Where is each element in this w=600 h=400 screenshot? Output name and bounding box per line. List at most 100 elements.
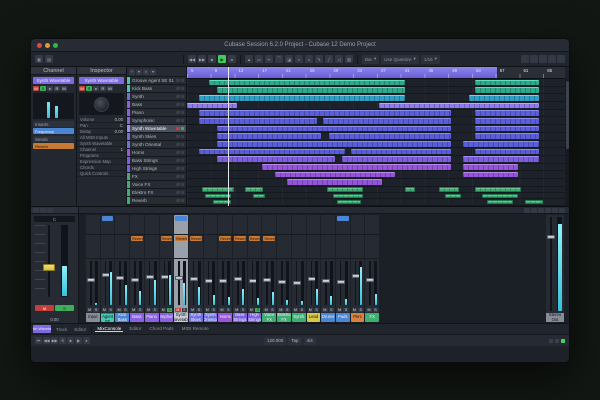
channel-name-label[interactable]: Drums (321, 313, 335, 322)
track-row[interactable]: Groove Agent SE 01 (127, 77, 186, 85)
channel-name-label[interactable]: Synth Skies (189, 313, 203, 322)
midi-clip[interactable] (469, 95, 539, 101)
insert-slot-chip[interactable] (175, 216, 187, 221)
solo-button[interactable]: S (55, 305, 74, 311)
midi-clip[interactable] (475, 118, 539, 124)
track-row[interactable]: Elektro FX (127, 189, 186, 197)
track-solo-button[interactable] (181, 199, 185, 203)
solo-button[interactable]: S (270, 308, 275, 312)
solo-button[interactable]: S (108, 308, 113, 312)
channel-name-label[interactable]: Perc (351, 313, 365, 322)
track-row[interactable]: FX (127, 173, 186, 181)
track-mute-button[interactable] (176, 95, 180, 99)
solo-button[interactable]: S (329, 308, 334, 312)
mute-button[interactable]: M (234, 308, 239, 312)
track-solo-button[interactable] (181, 135, 185, 139)
midi-clip[interactable] (482, 194, 518, 198)
send-slot-chip[interactable]: Reverb (175, 236, 187, 241)
transport-record-button[interactable]: ● (228, 55, 236, 63)
fader-handle[interactable] (131, 278, 139, 282)
solo-button[interactable]: S (226, 308, 231, 312)
track-solo-button[interactable] (181, 151, 185, 155)
send-slot-chip[interactable]: Reverb (263, 236, 275, 241)
w-button[interactable]: W (107, 86, 113, 91)
mixer-channel-strip[interactable]: MSElektro FX (277, 215, 291, 322)
midi-clip[interactable] (333, 194, 363, 198)
midi-clip[interactable] (245, 187, 263, 191)
window-layout-button[interactable] (530, 55, 538, 63)
track-row[interactable]: Synth Oriental (127, 141, 186, 149)
track-solo-button[interactable] (181, 175, 185, 179)
mixconsole-toolbar-button[interactable] (559, 208, 565, 213)
tool-audition[interactable]: ◁ (335, 55, 343, 63)
mixer-channel-strip[interactable]: MSInput (86, 215, 100, 322)
mute-button[interactable]: M (352, 308, 357, 312)
midi-clip[interactable] (463, 172, 518, 178)
track-mute-button[interactable] (176, 87, 180, 91)
rack-icon[interactable] (47, 208, 53, 213)
snap-grid-select[interactable]: Bar▾ (362, 55, 379, 64)
tool-color[interactable]: ▨ (345, 55, 353, 63)
channel-name-label[interactable]: Groove Agent SE (101, 313, 115, 322)
e-button[interactable]: e (47, 86, 53, 91)
tool-mute[interactable]: x (305, 55, 313, 63)
track-mute-button[interactable] (176, 135, 180, 139)
transport-rewind-button[interactable]: ◀◀ (43, 337, 50, 344)
channel-name-label[interactable]: Kick Bass (115, 313, 129, 322)
track-mute-button[interactable] (176, 79, 180, 83)
track-mute-button[interactable] (176, 159, 180, 163)
solo-button[interactable]: S (167, 308, 172, 312)
tempo-display[interactable]: 120.000 (264, 337, 286, 345)
mixer-channel-strip[interactable]: MSLead (307, 215, 321, 322)
search-icon[interactable]: ⌕ (143, 69, 149, 75)
track-mute-button[interactable] (176, 143, 180, 147)
send-slot-chip[interactable]: Reverb (234, 236, 246, 241)
m-button[interactable]: M (33, 86, 39, 91)
mixer-channel-strip[interactable]: MSPiano (145, 215, 159, 322)
track-mute-button[interactable] (176, 175, 180, 179)
channel-name-label[interactable]: Pads (336, 313, 350, 322)
transport-rewind-button[interactable]: ◀◀ (188, 55, 196, 63)
m-button[interactable]: M (79, 86, 85, 91)
solo-button[interactable]: S (299, 308, 304, 312)
midi-clip[interactable] (199, 95, 405, 101)
mute-button[interactable]: M (308, 308, 313, 312)
send-slot-chip[interactable]: Reverb (161, 236, 173, 241)
mute-button[interactable]: M (35, 305, 54, 311)
mixer-channel-strip[interactable]: MSKick Bass (115, 215, 129, 322)
midi-clip[interactable] (439, 187, 459, 191)
mixer-channel-strip[interactable]: ReverbMSVoice FX (262, 215, 276, 322)
send-slot-chip[interactable]: Reverb (249, 236, 261, 241)
left-zone-tab[interactable]: Editor (72, 327, 88, 332)
channel-name-label[interactable]: FX (365, 313, 379, 322)
insert-slot-chip[interactable] (102, 216, 114, 221)
channel-name-label[interactable]: High Strings (248, 313, 262, 322)
fader-handle[interactable] (278, 280, 286, 284)
camera-icon[interactable]: ▾ (150, 69, 156, 75)
channel-name-label[interactable]: Input (86, 313, 100, 322)
midi-clip[interactable] (187, 103, 237, 109)
track-row[interactable]: High Strings (127, 165, 186, 173)
mute-button[interactable]: M (249, 308, 254, 312)
midi-clip[interactable] (405, 187, 415, 191)
mixer-channel-strip[interactable]: ReverbMSBass (130, 215, 144, 322)
track-row[interactable]: Synth Wavetable (127, 125, 186, 133)
inspector-row[interactable]: Quick Controls (77, 171, 126, 177)
mixconsole-toolbar-button[interactable] (524, 208, 530, 213)
mute-button[interactable]: M (293, 308, 298, 312)
transport-record-button[interactable]: ● (83, 337, 90, 344)
midi-clip[interactable] (253, 194, 265, 198)
master-name-label[interactable]: Stereo Out (546, 313, 564, 322)
transport-stop-button[interactable]: ■ (67, 337, 74, 344)
midi-clip[interactable] (217, 133, 321, 139)
midi-clip[interactable] (199, 149, 345, 155)
lower-zone-tab[interactable]: Editor (127, 326, 143, 332)
lower-zone-tab[interactable]: Chord Pads (147, 326, 175, 332)
mixconsole-toolbar-button[interactable] (552, 208, 558, 213)
mixer-channel-strip[interactable]: MSDrums (321, 215, 335, 322)
midi-clip[interactable] (327, 187, 363, 191)
fader-handle[interactable] (190, 277, 198, 281)
mute-button[interactable]: M (205, 308, 210, 312)
midi-clip[interactable] (475, 87, 539, 93)
channel-name-label[interactable]: Lead (307, 313, 321, 322)
